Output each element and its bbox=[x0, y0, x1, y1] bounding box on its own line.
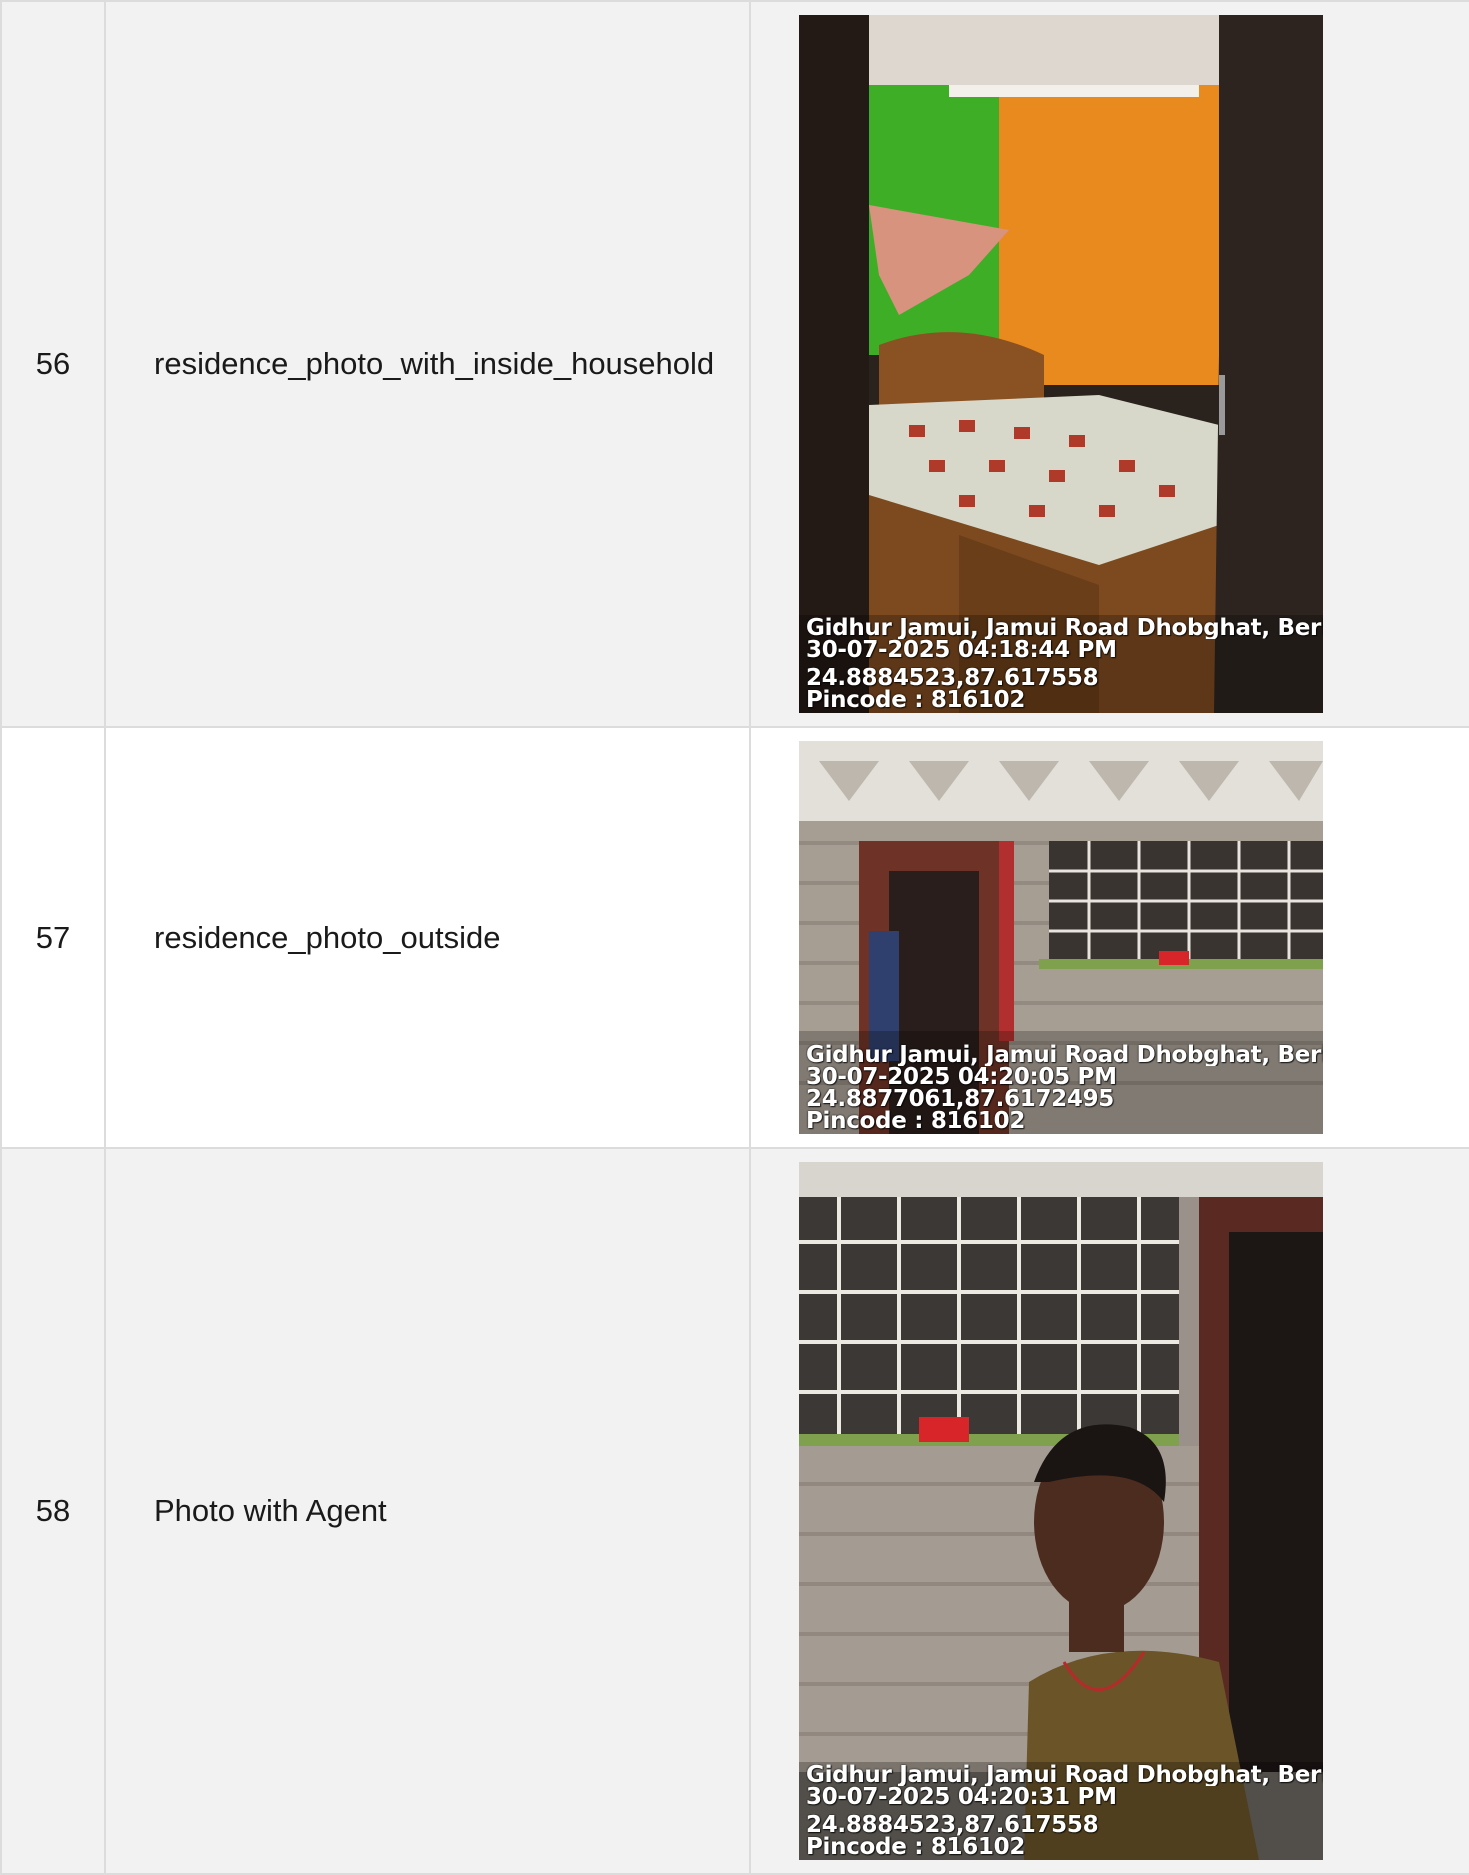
stamp-datetime: 30-07-2025 04:20:05 PM bbox=[806, 1066, 1117, 1088]
stamp-address: Gidhur Jamui, Jamui Road Dhobghat, Berha… bbox=[806, 1764, 1323, 1786]
photo-evidence-table: 56 residence_photo_with_inside_household bbox=[0, 0, 1469, 1875]
photo-geo-stamp: Gidhur Jamui, Jamui Road Dhobghat, Berha… bbox=[806, 1044, 1323, 1132]
row-number: 56 bbox=[0, 0, 106, 728]
stamp-pincode: Pincode : 816102 bbox=[806, 1110, 1026, 1132]
residence-outside-photo[interactable]: Gidhur Jamui, Jamui Road Dhobghat, Berha… bbox=[799, 741, 1323, 1134]
bedroom-scene bbox=[799, 15, 1323, 713]
stamp-coordinates: 24.8884523,87.617558 bbox=[806, 667, 1099, 689]
stamp-datetime: 30-07-2025 04:18:44 PM bbox=[806, 639, 1117, 661]
row-number: 57 bbox=[0, 726, 106, 1149]
stamp-coordinates: 24.8877061,87.6172495 bbox=[806, 1088, 1114, 1110]
row-label: Photo with Agent bbox=[104, 1147, 751, 1875]
stamp-address: Gidhur Jamui, Jamui Road Dhobghat, Berha… bbox=[806, 1044, 1323, 1066]
stamp-datetime: 30-07-2025 04:20:31 PM bbox=[806, 1786, 1117, 1808]
table-row: 58 Photo with Agent Gidhur Jamui, Jamui … bbox=[0, 1147, 1469, 1875]
row-photo-cell: Gidhur Jamui, Jamui Road Dhobghat, Berha… bbox=[749, 726, 1469, 1149]
row-photo-cell: Gidhur Jamui, Jamui Road Dhobghat, Berha… bbox=[749, 1147, 1469, 1875]
photo-geo-stamp: Gidhur Jamui, Jamui Road Dhobghat, Berha… bbox=[806, 617, 1323, 711]
stamp-pincode: Pincode : 816102 bbox=[806, 1836, 1026, 1858]
table-row: 57 residence_photo_outside Gidhur Jamui,… bbox=[0, 726, 1469, 1149]
stamp-pincode: Pincode : 816102 bbox=[806, 689, 1026, 711]
agent-selfie-photo[interactable]: Gidhur Jamui, Jamui Road Dhobghat, Berha… bbox=[799, 1162, 1323, 1860]
photo-geo-stamp: Gidhur Jamui, Jamui Road Dhobghat, Berha… bbox=[806, 1764, 1323, 1858]
row-label: residence_photo_outside bbox=[104, 726, 751, 1149]
row-number: 58 bbox=[0, 1147, 106, 1875]
selfie-scene bbox=[799, 1162, 1323, 1860]
residence-inside-photo[interactable]: Gidhur Jamui, Jamui Road Dhobghat, Berha… bbox=[799, 15, 1323, 713]
table-row: 56 residence_photo_with_inside_household bbox=[0, 0, 1469, 728]
stamp-address: Gidhur Jamui, Jamui Road Dhobghat, Berha… bbox=[806, 617, 1323, 639]
row-photo-cell: Gidhur Jamui, Jamui Road Dhobghat, Berha… bbox=[749, 0, 1469, 728]
stamp-coordinates: 24.8884523,87.617558 bbox=[806, 1814, 1099, 1836]
row-label: residence_photo_with_inside_household bbox=[104, 0, 751, 728]
